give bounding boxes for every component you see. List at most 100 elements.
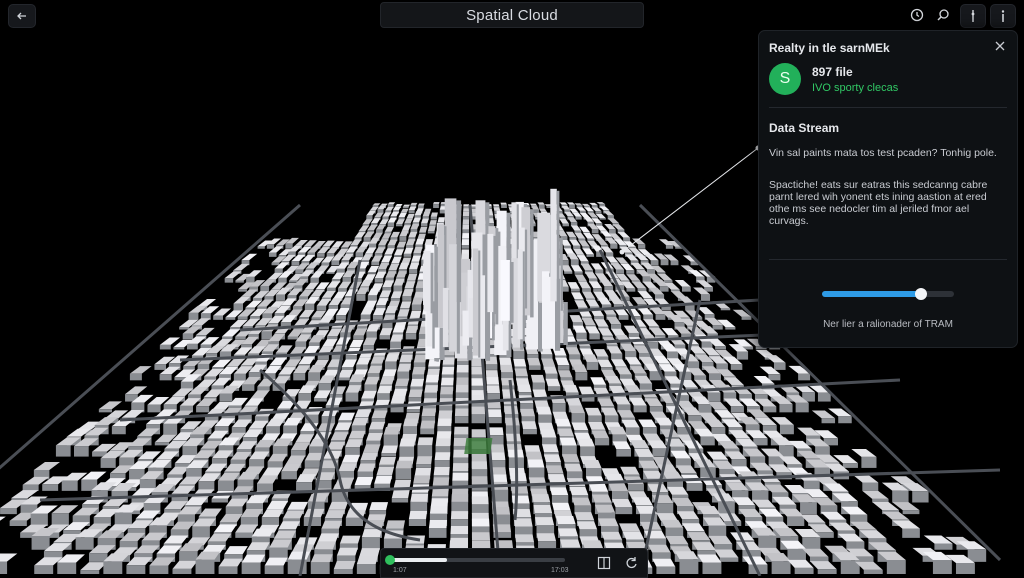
block-side: [610, 324, 622, 330]
city-block: [675, 465, 697, 474]
block-side: [363, 237, 371, 241]
city-block: [536, 406, 552, 415]
city-block: [462, 219, 470, 225]
block-side: [182, 333, 194, 340]
block-side: [409, 268, 418, 274]
callout-line: [621, 147, 759, 253]
city-block: [417, 203, 425, 206]
city-block: [787, 559, 814, 568]
city-block: [607, 218, 619, 224]
columns-icon[interactable]: [597, 556, 611, 570]
city-block: [406, 214, 415, 219]
block-side: [707, 392, 721, 402]
info-button[interactable]: [990, 4, 1016, 28]
block-side: [111, 426, 126, 435]
city-block: [488, 427, 504, 436]
city-block: [392, 388, 408, 397]
city-block: [213, 308, 232, 316]
block-side: [394, 255, 402, 257]
timeline-track[interactable]: [389, 558, 565, 562]
block-side: [628, 484, 644, 491]
block-side: [604, 415, 619, 424]
city-block: [384, 354, 399, 362]
pin-button[interactable]: [960, 4, 986, 28]
back-button[interactable]: [8, 4, 36, 28]
city-block: [264, 557, 288, 566]
city-block: [454, 408, 469, 417]
slider-handle[interactable]: [915, 288, 927, 300]
city-block: [593, 349, 609, 357]
search-button[interactable]: [932, 4, 954, 26]
block-side: [595, 269, 604, 274]
city-block: [399, 230, 409, 237]
city-block: [677, 511, 700, 520]
city-block: [299, 310, 315, 318]
city-block: [558, 528, 579, 537]
city-block: [219, 514, 243, 523]
block-side: [623, 237, 631, 241]
city-block: [378, 456, 396, 465]
search-icon: [937, 9, 949, 21]
city-block: [361, 529, 382, 538]
block-side: [126, 565, 146, 574]
block-side: [73, 446, 89, 457]
city-block: [262, 467, 283, 476]
block-side: [450, 534, 469, 538]
timeline-start-dot[interactable]: [385, 555, 395, 565]
block-side: [317, 253, 325, 257]
city-block: [360, 307, 374, 315]
city-block: [351, 417, 369, 426]
city-block: [224, 463, 246, 472]
city-block: [654, 417, 674, 426]
history-button[interactable]: [906, 4, 928, 26]
city-block: [376, 298, 389, 306]
city-block: [621, 419, 640, 428]
city-block: [412, 366, 426, 375]
block-side: [42, 484, 59, 491]
city-block: [588, 422, 606, 430]
tower-side: [430, 252, 434, 314]
block-side: [633, 405, 647, 413]
city-block: [588, 483, 609, 492]
city-block: [648, 544, 671, 553]
block-side: [587, 238, 595, 241]
city-block: [81, 471, 107, 480]
close-icon[interactable]: [993, 39, 1007, 53]
city-block: [585, 407, 602, 416]
block-side: [225, 506, 243, 515]
city-block: [574, 274, 587, 281]
city-block: [368, 421, 386, 430]
block-side: [281, 471, 297, 480]
city-block: [578, 386, 595, 395]
city-block: [366, 433, 383, 441]
city-block: [486, 385, 500, 394]
city-block: [545, 378, 561, 387]
block-side: [75, 537, 94, 550]
city-block: [560, 539, 581, 548]
block-side: [159, 374, 172, 381]
city-block: [540, 429, 557, 438]
block-side: [586, 361, 599, 370]
city-block: [682, 523, 705, 532]
rotate-icon[interactable]: [625, 556, 639, 570]
block-side: [758, 535, 777, 550]
city-block: [296, 474, 316, 483]
city-block: [538, 208, 547, 212]
block-side: [264, 565, 284, 574]
city-block: [372, 203, 381, 206]
city-block: [236, 441, 258, 450]
city-block: [429, 220, 437, 225]
data-stream-title: Data Stream: [769, 121, 840, 135]
city-block: [278, 521, 300, 530]
block-side: [408, 397, 422, 402]
city-block: [456, 364, 469, 373]
city-block: [585, 326, 600, 334]
city-block: [379, 376, 395, 385]
city-block: [674, 279, 691, 287]
tower-side: [509, 262, 514, 323]
city-block: [289, 346, 307, 355]
block-side: [660, 259, 669, 266]
stream-slider[interactable]: [822, 288, 954, 300]
block-side: [842, 463, 858, 468]
city-block: [471, 406, 486, 415]
